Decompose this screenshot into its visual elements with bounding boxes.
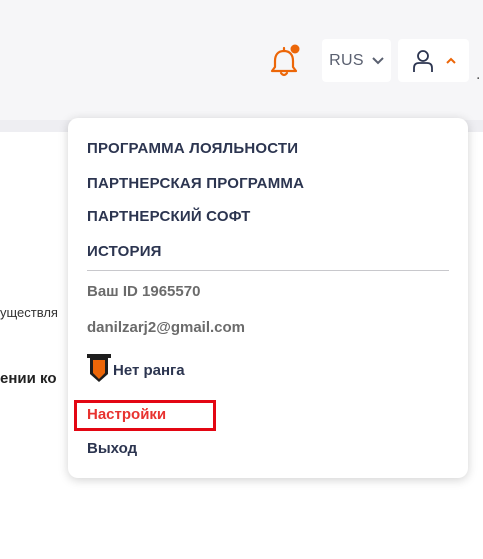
- user-email: danilzarj2@gmail.com: [87, 319, 246, 336]
- notifications-button[interactable]: [266, 44, 302, 80]
- menu-divider: [87, 270, 449, 271]
- rank-label: Нет ранга: [113, 361, 185, 379]
- user-dropdown-menu: ПРОГРАММА ЛОЯЛЬНОСТИ ПАРТНЕРСКАЯ ПРОГРАМ…: [68, 118, 468, 478]
- bell-icon: [270, 44, 300, 77]
- menu-item-partner-software[interactable]: ПАРТНЕРСКИЙ СОФТ: [87, 208, 251, 225]
- menu-item-loyalty-program[interactable]: ПРОГРАММА ЛОЯЛЬНОСТИ: [87, 140, 298, 157]
- settings-link[interactable]: Настройки: [87, 406, 166, 423]
- chevron-up-icon: [445, 57, 456, 64]
- user-menu-button[interactable]: [398, 39, 469, 82]
- notification-dot: [290, 44, 300, 54]
- language-selector[interactable]: RUS: [322, 39, 391, 82]
- user-rank: Нет ранга: [87, 354, 185, 386]
- logout-link[interactable]: Выход: [87, 440, 137, 457]
- rank-badge-icon: [87, 354, 111, 382]
- menu-item-history[interactable]: ИСТОРИЯ: [87, 243, 162, 260]
- user-id: Ваш ID 1965570: [87, 283, 201, 300]
- user-icon: [412, 49, 433, 72]
- menu-item-partner-program[interactable]: ПАРТНЕРСКАЯ ПРОГРАММА: [87, 175, 304, 192]
- background-text-2: ении ко: [0, 370, 57, 387]
- chevron-down-icon: [372, 56, 384, 64]
- background-text-1: уществля: [0, 305, 58, 320]
- language-label: RUS: [329, 51, 364, 69]
- header-edge-glyph: .: [476, 66, 481, 83]
